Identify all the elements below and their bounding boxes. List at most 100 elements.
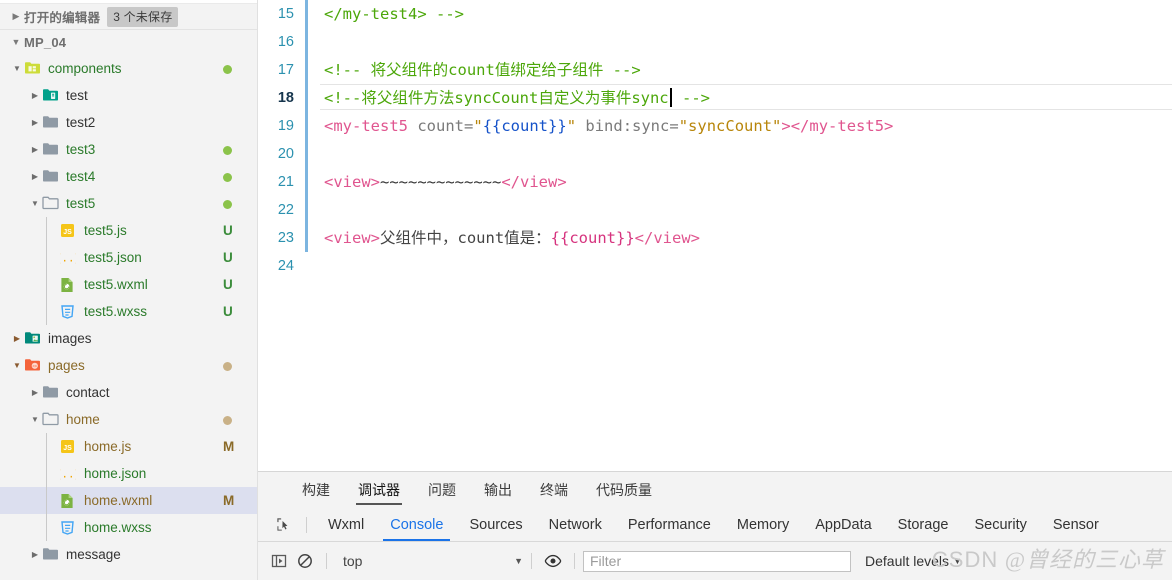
- tree-item-test5-json[interactable]: {..} test5.json U: [0, 244, 257, 271]
- panel-tab-memory[interactable]: Memory: [724, 509, 802, 541]
- chevron-right-icon[interactable]: ▶: [28, 550, 42, 559]
- chevron-down-icon[interactable]: ▼: [10, 64, 24, 73]
- tree-item-status: [223, 169, 257, 184]
- code-line-15[interactable]: 15 </my-test4> -->: [258, 0, 1172, 28]
- chevron-down-icon[interactable]: ▼: [28, 415, 42, 424]
- tree-item-status: M: [223, 439, 235, 454]
- code-line-24[interactable]: 24: [258, 252, 1172, 280]
- tree-item-pages[interactable]: ▼ <> pages: [0, 352, 257, 379]
- panel-tab-storage[interactable]: Storage: [885, 509, 962, 541]
- panel-tab-wxml[interactable]: Wxml: [315, 509, 377, 541]
- tree-item-test5-wxml[interactable]: test5.wxml U: [0, 271, 257, 298]
- panel-tab-network[interactable]: Network: [536, 509, 615, 541]
- panel-tab-sources[interactable]: Sources: [456, 509, 535, 541]
- folder-images-icon: [24, 331, 42, 347]
- tree-item-components[interactable]: ▼ components: [0, 55, 257, 82]
- token: "syncCount": [678, 117, 782, 135]
- folder-pages-icon: <>: [24, 358, 42, 374]
- tree-item-status: M: [223, 493, 235, 508]
- tree-item-test5-js[interactable]: JS test5.js U: [0, 217, 257, 244]
- folder-gray-icon: [42, 142, 60, 158]
- status-dot: [223, 172, 232, 182]
- tree-item-message[interactable]: ▶ message: [0, 541, 257, 568]
- console-context-select[interactable]: top ▼: [335, 553, 523, 569]
- token: ~~~~~~~~~~~~~: [380, 173, 502, 191]
- tree-item-home-json[interactable]: {..} home.json: [0, 460, 257, 487]
- status-dot: [223, 415, 232, 425]
- devtools-outer-tabs: 构建 调试器 问题 输出 终端 代码质量: [258, 472, 1172, 508]
- tree-item-home[interactable]: ▼ home: [0, 406, 257, 433]
- chevron-right-icon[interactable]: ▶: [28, 118, 42, 127]
- sidebar-toggle-icon[interactable]: [266, 549, 292, 573]
- code-line-20[interactable]: 20: [258, 140, 1172, 168]
- eye-icon[interactable]: [540, 549, 566, 573]
- console-filter-input[interactable]: [583, 550, 851, 572]
- tree-item-home-wxml[interactable]: home.wxml M: [0, 487, 257, 514]
- tree-item-label: test2: [66, 115, 96, 130]
- section-project-root[interactable]: ▼ MP_04: [0, 30, 257, 55]
- chevron-right-icon[interactable]: ▶: [28, 172, 42, 181]
- panel-tab-security[interactable]: Security: [961, 509, 1039, 541]
- tree-item-test3[interactable]: ▶ test3: [0, 136, 257, 163]
- tree-item-test2[interactable]: ▶ test2: [0, 109, 257, 136]
- tree-item-label: home.wxml: [84, 493, 153, 508]
- code-line-21[interactable]: 21 <view>~~~~~~~~~~~~~</view>: [258, 168, 1172, 196]
- line-number: 21: [277, 174, 294, 190]
- tree-item-test[interactable]: ▶ test: [0, 82, 257, 109]
- json-file-icon: {..}: [60, 250, 78, 266]
- chevron-right-icon[interactable]: ▶: [28, 145, 42, 154]
- panel-tab-sensor[interactable]: Sensor: [1040, 509, 1112, 541]
- panel-tab-performance[interactable]: Performance: [615, 509, 724, 541]
- devtools-tab-4[interactable]: 终端: [526, 480, 582, 508]
- devtools-tab-5[interactable]: 代码质量: [582, 480, 666, 508]
- devtools-tab-3[interactable]: 输出: [470, 480, 526, 508]
- section-open-editors[interactable]: ▶ 打开的编辑器 3 个未保存: [0, 4, 257, 30]
- line-number: 16: [277, 34, 294, 50]
- toolbar-divider-3: [531, 553, 532, 569]
- panel-tab-console[interactable]: Console: [377, 509, 456, 541]
- tree-item-status: U: [223, 223, 233, 238]
- code-editor[interactable]: 15 </my-test4> --> 16 17 <!-- 将父组件的count值绑定给…: [258, 0, 1172, 471]
- tree-item-label: test3: [66, 142, 96, 157]
- code-line-23[interactable]: 23 <view>父组件中，count值是：{{count}}</view>: [258, 224, 1172, 252]
- tree-item-label: test5.json: [84, 250, 142, 265]
- tree-item-images[interactable]: ▶ images: [0, 325, 257, 352]
- editor-vertical-scrollbar[interactable]: [1166, 243, 1172, 423]
- panel-tab-appdata[interactable]: AppData: [802, 509, 884, 541]
- tree-item-home-wxss[interactable]: home.wxss: [0, 514, 257, 541]
- console-levels-select[interactable]: Default levels ▼: [865, 553, 962, 569]
- js-file-icon: JS: [60, 439, 78, 455]
- tree-item-status: U: [223, 304, 233, 319]
- code-line-17[interactable]: 17 <!-- 将父组件的count值绑定给子组件 -->: [258, 56, 1172, 84]
- tree-item-home-js[interactable]: JS home.js M: [0, 433, 257, 460]
- devtools-tab-2[interactable]: 问题: [414, 480, 470, 508]
- line-text: <view>父组件中，count值是：{{count}}</view>: [324, 224, 700, 252]
- devtools-tab-0[interactable]: 构建: [288, 480, 344, 508]
- chevron-down-icon: ▼: [514, 556, 523, 566]
- code-line-18[interactable]: 18 <!--将父组件方法syncCount自定义为事件sync -->: [258, 84, 1172, 112]
- code-line-19[interactable]: 19 <my-test5 count="{{count}}" bind:sync=…: [258, 112, 1172, 140]
- chevron-down-icon[interactable]: ▼: [10, 361, 24, 370]
- tree-item-label: test5: [66, 196, 96, 211]
- chevron-right-icon[interactable]: ▶: [28, 388, 42, 397]
- status-dot: [223, 145, 232, 155]
- indent-guide: [46, 433, 47, 541]
- code-line-16[interactable]: 16: [258, 28, 1172, 56]
- chevron-right-icon[interactable]: ▶: [28, 91, 42, 100]
- line-text: <!--将父组件方法syncCount自定义为事件sync -->: [324, 84, 710, 112]
- tree-item-test4[interactable]: ▶ test4: [0, 163, 257, 190]
- indent-guide: [46, 217, 47, 325]
- tree-item-test5[interactable]: ▼ test5: [0, 190, 257, 217]
- chevron-right-icon[interactable]: ▶: [10, 334, 24, 343]
- clear-console-icon[interactable]: [292, 549, 318, 573]
- inspect-element-icon[interactable]: [270, 513, 296, 537]
- code-line-22[interactable]: 22: [258, 196, 1172, 224]
- chevron-down-icon[interactable]: ▼: [28, 199, 42, 208]
- tree-item-test5-wxss[interactable]: test5.wxss U: [0, 298, 257, 325]
- devtools-tab-1[interactable]: 调试器: [344, 480, 414, 508]
- status-dot: [223, 199, 232, 209]
- svg-text:JS: JS: [63, 445, 72, 452]
- token: <my-test5: [324, 117, 408, 135]
- tree-item-contact[interactable]: ▶ contact: [0, 379, 257, 406]
- tree-item-label: home.wxss: [84, 520, 152, 535]
